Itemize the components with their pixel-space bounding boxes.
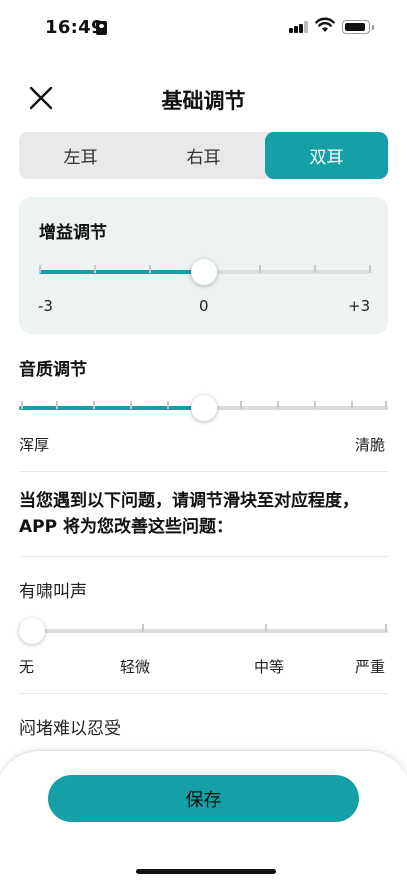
tone-slider[interactable]	[19, 393, 388, 423]
tab-both-ears[interactable]: 双耳	[265, 132, 388, 179]
tab-right-ear[interactable]: 右耳	[142, 132, 265, 179]
page-title: 基础调节	[161, 89, 246, 113]
tone-slider-thumb[interactable]	[190, 395, 217, 421]
gain-slider[interactable]	[39, 257, 371, 287]
whistling-slider-track	[19, 629, 388, 633]
save-button[interactable]: 保存	[48, 775, 359, 822]
tone-right-label: 清脆	[355, 436, 386, 454]
tone-title: 音质调节	[19, 360, 87, 380]
gain-slider-fill	[39, 270, 204, 274]
gain-card: 增益调节 -3 0 +3	[19, 197, 388, 334]
gain-slider-thumb[interactable]	[191, 259, 217, 285]
status-time: 16:49	[45, 17, 104, 38]
gain-min-label: -3	[38, 297, 53, 315]
id-card-icon	[96, 21, 107, 35]
status-bar: 16:49	[0, 0, 407, 58]
level-label-none: 无	[19, 658, 35, 676]
divider	[19, 693, 388, 694]
tone-slider-fill	[19, 406, 204, 410]
level-label-moderate: 中等	[254, 658, 285, 676]
level-label-mild: 轻微	[120, 658, 151, 676]
issue-title-whistling: 有啸叫声	[19, 582, 87, 602]
gain-title: 增益调节	[39, 223, 107, 243]
gain-mid-label: 0	[199, 297, 209, 315]
wifi-icon	[315, 17, 335, 32]
gain-max-label: +3	[348, 297, 371, 315]
tab-left-ear[interactable]: 左耳	[19, 132, 142, 179]
level-label-severe: 严重	[355, 658, 386, 676]
tone-left-label: 浑厚	[19, 436, 50, 454]
cellular-signal-icon	[289, 21, 309, 33]
divider	[19, 556, 388, 557]
divider	[19, 471, 388, 472]
whistling-slider-thumb[interactable]	[19, 618, 45, 644]
home-indicator	[136, 869, 276, 874]
issue-title-muffled: 闷堵难以忍受	[19, 719, 121, 739]
battery-icon	[342, 20, 374, 34]
instruction-text: 当您遇到以下问题，请调节滑块至对应程度，APP 将为您改善这些问题：	[19, 491, 359, 537]
ear-selector: 左耳 右耳 双耳	[19, 132, 388, 179]
whistling-slider[interactable]	[19, 616, 388, 646]
